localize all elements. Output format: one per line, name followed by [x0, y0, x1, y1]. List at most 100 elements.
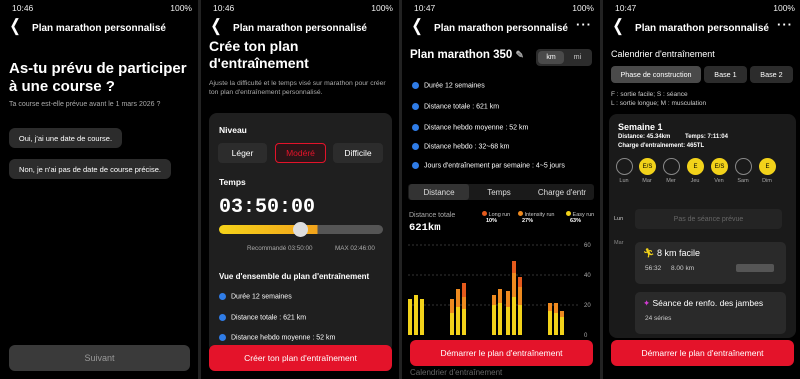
activity-title: 🏃︎ 8 km facile	[643, 248, 700, 259]
plan-item-text: Durée 12 semaines	[424, 82, 485, 90]
level-light-button[interactable]: Léger	[218, 143, 267, 163]
week-time: Temps: 7:11:04	[685, 134, 728, 140]
chart-bar	[548, 303, 552, 311]
next-button[interactable]: Suivant	[9, 345, 190, 371]
plan-item: Distance hebdo : 32~68 km	[412, 143, 509, 150]
day-circle[interactable]: E/S	[639, 158, 656, 175]
bullet-icon	[412, 124, 419, 131]
slider-thumb[interactable]	[293, 222, 308, 237]
day-circle[interactable]: E/S	[711, 158, 728, 175]
level-moderate-button[interactable]: Modéré	[275, 143, 326, 163]
start-plan-button[interactable]: Démarrer le plan d'entraînement	[611, 340, 794, 366]
screen-create-plan: 10:46 100% ❮ Plan marathon personnalisé C…	[201, 0, 399, 379]
tab-load[interactable]: Charge d'entr	[530, 184, 594, 200]
legend-intensity: Intensity run 27%	[518, 211, 555, 224]
start-plan-button[interactable]: Démarrer le plan d'entraînement	[410, 340, 593, 366]
distance-total-value: 621km	[409, 222, 441, 234]
battery-level: 100%	[572, 3, 594, 13]
series-count: 24	[645, 315, 653, 322]
phase-build-tab[interactable]: Phase de construction	[611, 66, 701, 83]
legend-easy: Easy run 63%	[566, 211, 594, 224]
phase-base2-tab[interactable]: Base 2	[750, 66, 793, 83]
y-tick: 60	[584, 243, 591, 249]
chart-bar	[498, 303, 502, 335]
distance-bar-chart: 60 40 20 0	[408, 243, 591, 339]
week-card: Semaine 1 Distance: 45.34km Temps: 7:11:…	[609, 114, 796, 338]
time-label: Temps	[219, 177, 246, 187]
chart-bar	[512, 273, 516, 297]
status-time: 10:46	[12, 3, 34, 13]
side-day-lun: Lun	[614, 216, 624, 222]
bullet-icon	[412, 82, 419, 89]
plan-item-text: Distance hebdo : 32~68 km	[424, 143, 510, 151]
create-plan-button[interactable]: Créer ton plan d'entraînement	[209, 345, 392, 371]
day-circle[interactable]: E	[687, 158, 704, 175]
plan-item-text: Distance totale : 621 km	[424, 103, 500, 111]
question-title: As-tu prévu de participer à une course ?	[9, 60, 187, 95]
chart-bar	[554, 303, 558, 313]
week-distance: Distance: 45.34km	[618, 134, 671, 140]
bullet-icon	[412, 162, 419, 169]
chart-bar	[554, 313, 558, 335]
chart-bar	[492, 305, 496, 335]
max-time: MAX 02:46:00	[335, 245, 375, 252]
activity-strength[interactable]: ✦ Séance de renfo. des jambes 24 séries	[635, 292, 786, 334]
more-options-icon[interactable]: ···	[576, 17, 592, 32]
chart-bar	[462, 309, 466, 335]
option-no-button[interactable]: Non, je n'ai pas de date de course préci…	[9, 159, 171, 179]
plan-item: Distance hebdo moyenne : 52 km	[412, 124, 528, 131]
day-circle[interactable]	[616, 158, 633, 175]
day-circle[interactable]: E	[759, 158, 776, 175]
day-label: Jeu	[690, 178, 700, 184]
legend-long-pct: 10%	[486, 218, 498, 224]
activity-title-text: Séance de renfo. des jambes	[652, 298, 764, 308]
week-title: Semaine 1	[618, 122, 663, 132]
chart-bar	[560, 311, 564, 317]
create-description: Ajuste la difficulté et le temps visé su…	[209, 80, 386, 96]
tab-distance[interactable]: Distance	[409, 184, 469, 200]
question-subtitle: Ta course est-elle prévue avant le 1 mar…	[9, 101, 161, 108]
chart-bar	[512, 261, 516, 273]
option-yes-button[interactable]: Oui, j'ai une date de course.	[9, 128, 122, 148]
screen-calendar: 10:47 100% ❮ Plan marathon personnalisé ·…	[603, 0, 800, 379]
page-title: Plan marathon personnalisé	[233, 22, 367, 34]
chart-bar	[462, 283, 466, 297]
edit-icon[interactable]: ✎	[515, 50, 523, 61]
day-label: Lun	[619, 178, 629, 184]
side-day-mar: Mar	[614, 240, 624, 246]
plan-item: Durée 12 semaines	[412, 82, 485, 89]
time-value: 03:50:00	[219, 196, 316, 219]
chart-bar	[506, 307, 510, 335]
chart-bar	[518, 287, 522, 305]
more-options-icon[interactable]: ···	[777, 17, 793, 32]
activity-time: 56:32	[645, 265, 662, 272]
activity-easy-run[interactable]: 🏃︎ 8 km facile 56:32 8.00 km	[635, 242, 786, 284]
y-tick: 40	[584, 273, 591, 279]
phase-base1-tab[interactable]: Base 1	[704, 66, 747, 83]
day-label: Dim	[762, 178, 772, 184]
overview-item: Distance hebdo moyenne : 52 km	[219, 334, 335, 341]
legend-long-swatch	[482, 211, 487, 216]
chart-bar	[498, 289, 502, 303]
activity-series: 24 séries	[645, 315, 671, 322]
legend-long: Long run 10%	[482, 211, 510, 224]
level-hard-button[interactable]: Difficile	[333, 143, 383, 163]
no-session-box: Pas de séance prévue	[635, 209, 782, 229]
legend-line-2: L : sortie longue; M : musculation	[611, 100, 707, 107]
overview-text: Distance hebdo moyenne : 52 km	[231, 334, 336, 342]
y-tick: 20	[584, 303, 591, 309]
page-title: Plan marathon personnalisé	[434, 22, 568, 34]
day-circle[interactable]	[735, 158, 752, 175]
unit-mi[interactable]: mi	[565, 51, 590, 64]
day-label: Mer	[666, 178, 676, 184]
status-time: 10:46	[213, 3, 235, 13]
tab-time[interactable]: Temps	[469, 184, 529, 200]
settings-card: Niveau Léger Modéré Difficile Temps 03:5…	[209, 113, 392, 353]
calendar-title: Calendrier d'entraînement	[611, 49, 715, 59]
overview-text: Distance totale : 621 km	[231, 314, 307, 322]
screen-race-question: 10:46 100% ❮ Plan marathon personnalisé A…	[0, 0, 198, 379]
activity-title: ✦ Séance de renfo. des jambes	[643, 298, 763, 309]
day-circle[interactable]	[663, 158, 680, 175]
unit-km[interactable]: km	[538, 51, 564, 64]
page-title: Plan marathon personnalisé	[32, 22, 166, 34]
